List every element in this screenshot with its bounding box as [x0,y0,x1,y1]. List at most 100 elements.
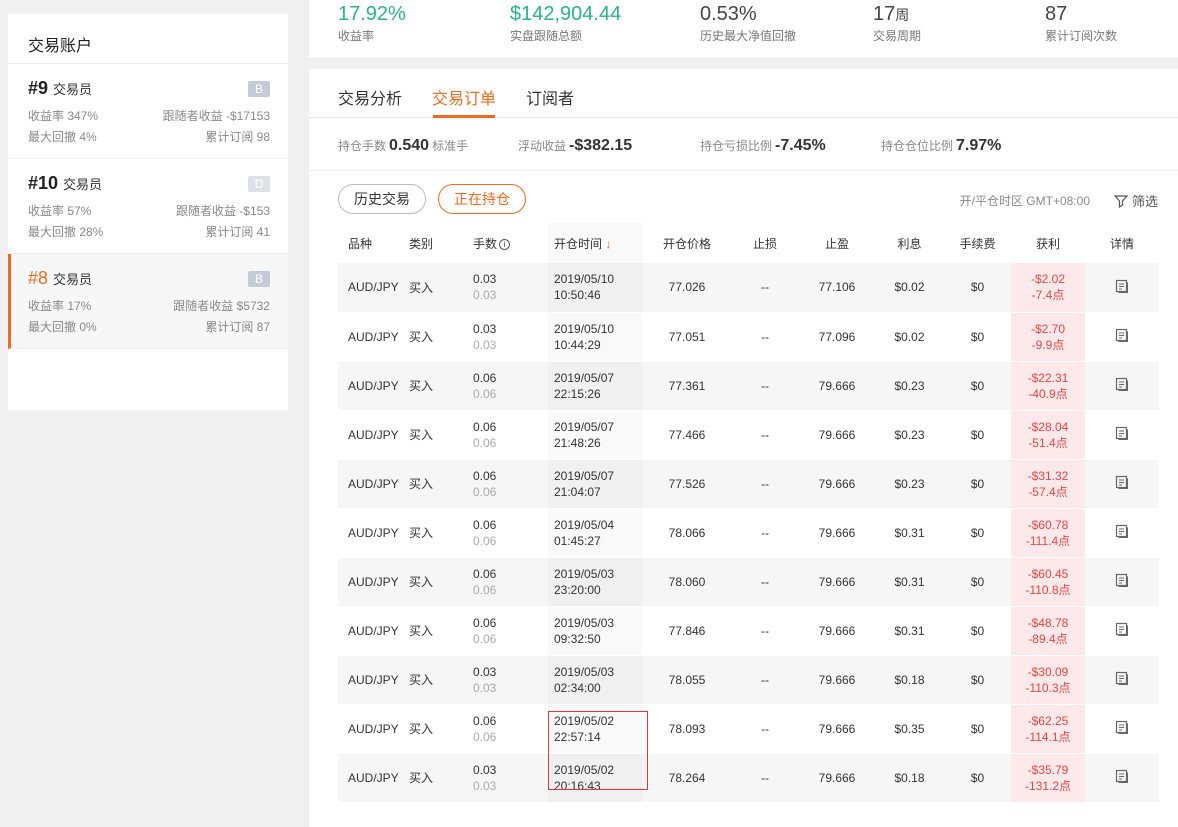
cell-type: 买入 [409,459,473,509]
account-drawdown: 最大回撤 4% [28,130,97,144]
cell-symbol: AUD/JPY [338,606,409,656]
cell-open-time: 2019/05/07 21:04:07 [548,459,643,509]
lots-sub-value: 0.03 [473,778,497,793]
lots-sub-value: 0.06 [473,484,497,499]
profit-points: -89.4点 [1028,631,1068,646]
cell-take-profit: 77.096 [799,312,875,362]
cell-open-time: 2019/05/04 01:45:27 [548,508,643,558]
profit-points: -110.3点 [1025,680,1071,695]
detail-document-icon[interactable] [1114,719,1130,738]
table-row: AUD/JPY 买入 0.06 0.06 2019/05/03 23:20:00 78.06… [338,557,1159,607]
cell-type: 买入 [409,508,473,558]
cell-detail [1085,410,1159,460]
profit-value: -$30.09 [1027,664,1069,679]
account-role: 交易员 [53,82,93,97]
filter-button[interactable]: 筛选 [1113,191,1158,210]
account-yield: 收益率 17% [28,299,92,313]
profit-value: -$31.32 [1027,468,1069,483]
detail-document-icon[interactable] [1114,621,1130,640]
detail-document-icon[interactable] [1114,474,1130,493]
history-trades-button[interactable]: 历史交易 [338,184,426,214]
open-date: 2019/05/03 [554,664,615,679]
cell-stop-loss: -- [731,557,799,607]
summary-unit: 标准手 [432,139,469,153]
detail-document-icon[interactable] [1114,768,1130,787]
cell-fee: $0 [944,361,1011,411]
profit-points: -111.4点 [1025,533,1071,548]
open-clock: 01:45:27 [554,533,601,548]
profit-value: -$48.78 [1027,615,1069,630]
account-card-10[interactable]: #10 交易员 D 收益率 57% 跟随者收益 -$153 最大回撤 28% 累… [8,159,288,254]
cell-interest: $0.23 [875,361,944,411]
cell-open-price: 77.051 [643,312,731,362]
info-icon[interactable]: i [499,238,511,250]
detail-document-icon[interactable] [1114,670,1130,689]
open-date: 2019/05/02 [554,762,615,777]
detail-document-icon[interactable] [1114,327,1130,346]
cell-profit: -$2.70 -9.9点 [1011,312,1085,362]
stat-label: 收益率 [338,29,375,43]
table-row: AUD/JPY 买入 0.03 0.03 2019/05/10 10:44:29 77.05… [338,312,1159,362]
account-number: #9 [28,78,49,98]
cell-symbol: AUD/JPY [338,459,409,509]
account-drawdown: 最大回撤 0% [28,320,97,334]
cell-profit: -$2.02 -7.4点 [1011,263,1085,313]
stats-bar: 17.92% 收益率 $142,904.44 实盘跟随总额 0.53% 历史最大… [309,0,1178,57]
detail-document-icon[interactable] [1114,425,1130,444]
cell-stop-loss: -- [731,312,799,362]
cell-take-profit: 79.666 [799,557,875,607]
cell-stop-loss: -- [731,361,799,411]
account-yield: 收益率 57% [28,204,92,218]
lots-sub-value: 0.06 [473,582,497,597]
cell-interest: $0.18 [875,753,944,803]
detail-document-icon[interactable] [1114,376,1130,395]
account-role: 交易员 [53,272,93,287]
cell-take-profit: 79.666 [799,508,875,558]
cell-interest: $0.31 [875,606,944,656]
lots-value: 0.03 [473,272,497,287]
orders-table: 品种 类别 手数 i 开仓时间 ↓ 开仓价格 止损 止盈 利息 手续费 获利 详情… [338,223,1159,803]
cell-take-profit: 79.666 [799,753,875,803]
open-clock: 10:44:29 [554,337,601,352]
cell-interest: $0.31 [875,557,944,607]
detail-document-icon[interactable] [1114,523,1130,542]
cell-detail [1085,704,1159,754]
summary-value: 0.540 [389,137,430,154]
cell-profit: -$35.79 -131.2点 [1011,753,1085,803]
tab-orders[interactable]: 交易订单 [432,85,496,109]
profit-value: -$60.78 [1027,517,1069,532]
cell-detail [1085,655,1159,705]
cell-detail [1085,508,1159,558]
stat-value: 17周 [873,0,921,28]
account-card-8[interactable]: #8 交易员 B 收益率 17% 跟随者收益 $5732 最大回撤 0% 累计订… [8,254,288,349]
open-date: 2019/05/02 [554,713,615,728]
cell-fee: $0 [944,557,1011,607]
cell-stop-loss: -- [731,753,799,803]
tab-analysis[interactable]: 交易分析 [338,85,402,109]
cell-interest: $0.23 [875,410,944,460]
filter-icon [1113,194,1128,208]
cell-interest: $0.35 [875,704,944,754]
table-header: 品种 类别 手数 i 开仓时间 ↓ 开仓价格 止损 止盈 利息 手续费 获利 详情 [338,223,1159,263]
stat-label: 历史最大净值回撤 [700,29,797,43]
cell-profit: -$28.04 -51.4点 [1011,410,1085,460]
profit-value: -$35.79 [1027,762,1069,777]
table-row: AUD/JPY 买入 0.03 0.03 2019/05/03 02:34:00 78.05… [338,655,1159,705]
account-follower-profit: 跟随者收益 -$153 [175,204,270,218]
tab-subscribers[interactable]: 订阅者 [526,85,574,109]
profit-points: -114.1点 [1025,729,1071,744]
cell-profit: -$48.78 -89.4点 [1011,606,1085,656]
detail-document-icon[interactable] [1114,572,1130,591]
sidebar-title: 交易账户 [8,14,288,64]
cell-take-profit: 79.666 [799,655,875,705]
cell-symbol: AUD/JPY [338,753,409,803]
account-card-9[interactable]: #9 交易员 B 收益率 347% 跟随者收益 -$17153 最大回撤 4% … [8,64,288,159]
col-open-time[interactable]: 开仓时间 ↓ [548,223,643,263]
lots-value: 0.03 [473,321,497,336]
cell-stop-loss: -- [731,606,799,656]
cell-fee: $0 [944,606,1011,656]
cell-lots: 0.03 0.03 [473,263,548,313]
detail-document-icon[interactable] [1114,278,1130,297]
open-positions-button[interactable]: 正在持仓 [438,184,526,214]
open-time-header-label: 开仓时间 [554,236,603,251]
